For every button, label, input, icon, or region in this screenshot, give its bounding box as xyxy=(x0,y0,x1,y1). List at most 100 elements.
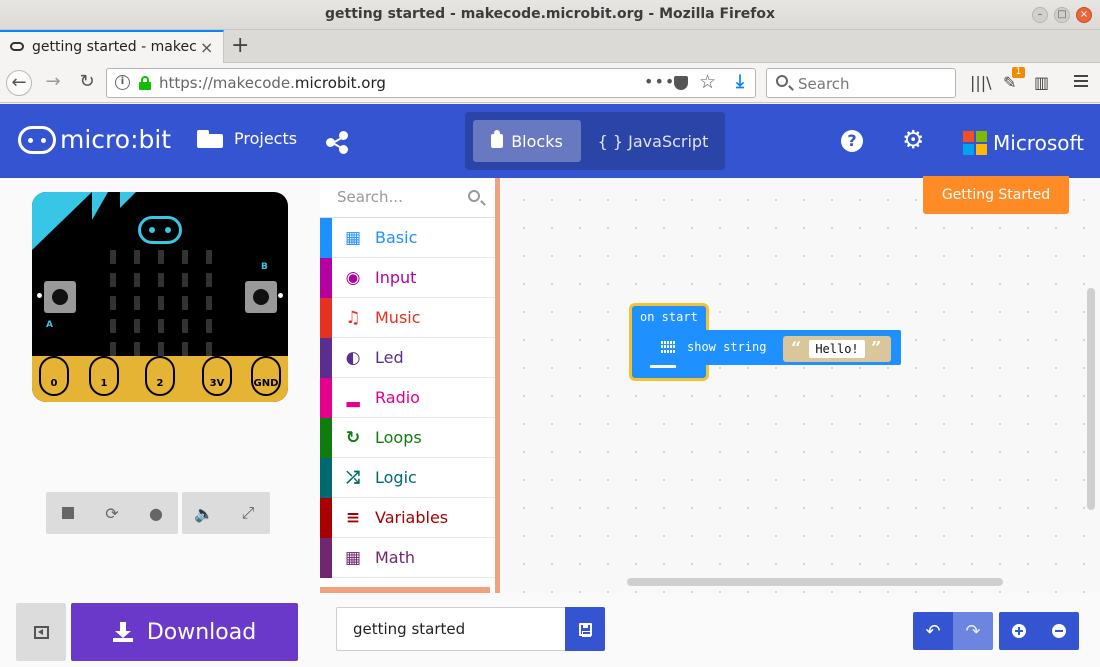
forward-button[interactable]: → xyxy=(40,70,66,96)
collapse-simulator-button[interactable] xyxy=(16,603,66,661)
undo-button[interactable]: ↶ xyxy=(913,612,953,650)
window-titlebar: getting started - makecode.microbit.org … xyxy=(0,0,1100,30)
led-pixel xyxy=(206,342,212,356)
zoom-in-button[interactable] xyxy=(999,612,1039,650)
led-pixel xyxy=(182,296,188,310)
reload-button[interactable]: ↻ xyxy=(74,70,100,96)
led-pixel xyxy=(182,250,188,264)
address-bar[interactable]: i https://makecode.microbit.org ••• ☆ xyxy=(106,68,756,98)
javascript-tab[interactable]: { } JavaScript xyxy=(589,120,717,162)
toolbox-category-radio[interactable]: ▂ Radio xyxy=(320,377,495,418)
pocket-icon[interactable] xyxy=(674,76,688,90)
tab-close-icon[interactable]: × xyxy=(200,38,213,57)
gear-icon[interactable]: ⚙ xyxy=(902,127,924,152)
toolbox-category-math[interactable]: ▦ Math xyxy=(320,537,495,578)
stop-icon xyxy=(62,507,74,519)
minimize-button[interactable]: – xyxy=(1032,7,1048,23)
maximize-button[interactable]: □ xyxy=(1054,7,1070,23)
grid-icon: ▦ xyxy=(344,227,362,248)
tab-label: getting started - makeco xyxy=(32,39,196,55)
led-pixel xyxy=(110,296,116,310)
led-pixel xyxy=(110,342,116,356)
zoom-in-icon xyxy=(1012,624,1026,638)
mute-button[interactable]: 🔈 xyxy=(193,502,215,524)
toolbox-category-label: Math xyxy=(375,548,416,567)
button-a[interactable] xyxy=(44,281,76,313)
blocks-tab[interactable]: Blocks xyxy=(473,120,581,162)
menu-icon[interactable] xyxy=(1074,75,1088,90)
horizontal-scrollbar[interactable] xyxy=(627,578,1003,586)
tab-getting-started[interactable]: getting started - makeco × xyxy=(0,30,224,63)
zoom-out-button[interactable] xyxy=(1039,612,1079,650)
led-pixel xyxy=(206,273,212,287)
led-pixel xyxy=(110,319,116,333)
puzzle-icon xyxy=(491,130,504,148)
pin-3v[interactable]: 3V xyxy=(202,356,232,396)
volume-icon: 🔈 xyxy=(194,503,214,523)
string-slot[interactable]: “ Hello! ” xyxy=(783,336,891,362)
toolbox-category-logic[interactable]: ⤮ Logic xyxy=(320,457,495,498)
share-icon[interactable] xyxy=(326,131,348,154)
led-pixel xyxy=(182,342,188,356)
page-actions-icon[interactable]: ••• xyxy=(644,72,675,91)
help-icon[interactable]: ? xyxy=(841,130,863,152)
pin-gnd[interactable]: GND xyxy=(251,356,281,396)
getting-started-button[interactable]: Getting Started xyxy=(923,176,1069,214)
close-window-button[interactable]: × xyxy=(1076,7,1092,23)
show-string-block[interactable]: show string “ Hello! ” xyxy=(647,330,901,365)
save-button[interactable] xyxy=(565,607,605,651)
microbit-logo-icon xyxy=(18,125,56,154)
toolbox-search-input[interactable]: Search... xyxy=(320,178,495,218)
new-tab-button[interactable]: + xyxy=(231,33,249,58)
stop-button[interactable] xyxy=(57,502,79,524)
slow-motion-button[interactable]: ● xyxy=(145,502,167,524)
microsoft-logo[interactable]: Microsoft xyxy=(963,131,1084,155)
microsoft-squares-icon xyxy=(963,131,987,155)
string-value[interactable]: Hello! xyxy=(809,340,865,358)
sidebar-icon[interactable]: ▥ xyxy=(1034,73,1049,92)
vertical-scrollbar[interactable] xyxy=(1087,288,1095,510)
download-button[interactable]: Download xyxy=(71,603,298,661)
blocks-workspace[interactable]: Getting Started on start show string “ H… xyxy=(502,176,1100,593)
microbit-board[interactable]: A B 0 1 2 3V GND xyxy=(32,192,288,402)
undo-icon: ↶ xyxy=(925,620,941,642)
blocks-toolbox: Search... ▦ Basic ◉ Input ♫ Music ◐ Led ▂ Radio ↻ L… xyxy=(320,178,500,593)
toolbox-category-basic[interactable]: ▦ Basic xyxy=(320,217,495,258)
downloads-icon[interactable]: ⤓ xyxy=(736,71,744,92)
site-info-icon[interactable]: i xyxy=(115,75,130,90)
fullscreen-button[interactable]: ⤢ xyxy=(237,502,259,524)
toolbox-category-loops[interactable]: ↻ Loops xyxy=(320,417,495,458)
led-pixel xyxy=(134,319,140,333)
snail-icon: ● xyxy=(149,503,163,523)
led-pixel xyxy=(206,296,212,310)
projects-button[interactable]: Projects xyxy=(197,129,297,148)
toolbox-category-label: Led xyxy=(375,348,404,367)
back-button[interactable]: ← xyxy=(6,70,32,96)
library-icon[interactable]: |||\ xyxy=(970,73,992,92)
browser-search-input[interactable]: Search xyxy=(766,68,956,98)
led-pixel xyxy=(110,273,116,287)
project-name-input[interactable]: getting started xyxy=(336,607,566,651)
pin-2[interactable]: 2 xyxy=(145,356,175,396)
toolbox-category-input[interactable]: ◉ Input xyxy=(320,257,495,298)
toolbox-category-variables[interactable]: ≡ Variables xyxy=(320,497,495,538)
toolbox-category-label: Loops xyxy=(375,428,422,447)
pin-0[interactable]: 0 xyxy=(39,356,69,396)
button-b[interactable] xyxy=(245,281,277,313)
restart-button[interactable]: ⟳ xyxy=(101,502,123,524)
folder-icon xyxy=(197,129,223,148)
pin-1[interactable]: 1 xyxy=(89,356,119,396)
toolbox-category-label: Input xyxy=(375,268,417,287)
led-pixel xyxy=(158,342,164,356)
redo-button[interactable]: ↷ xyxy=(953,612,993,650)
grid-icon xyxy=(661,341,676,353)
microbit-logo[interactable]: micro:bit xyxy=(18,125,171,154)
led-pixel xyxy=(110,250,116,264)
simulator-controls: ⟳ ● xyxy=(46,492,178,534)
lines-icon: ≡ xyxy=(345,507,361,528)
bookmark-star-icon[interactable]: ☆ xyxy=(699,71,716,93)
url-text[interactable]: https://makecode.microbit.org xyxy=(159,74,386,92)
redo-icon: ↷ xyxy=(965,620,981,642)
toolbox-category-music[interactable]: ♫ Music xyxy=(320,297,495,338)
toolbox-category-led[interactable]: ◐ Led xyxy=(320,337,495,378)
